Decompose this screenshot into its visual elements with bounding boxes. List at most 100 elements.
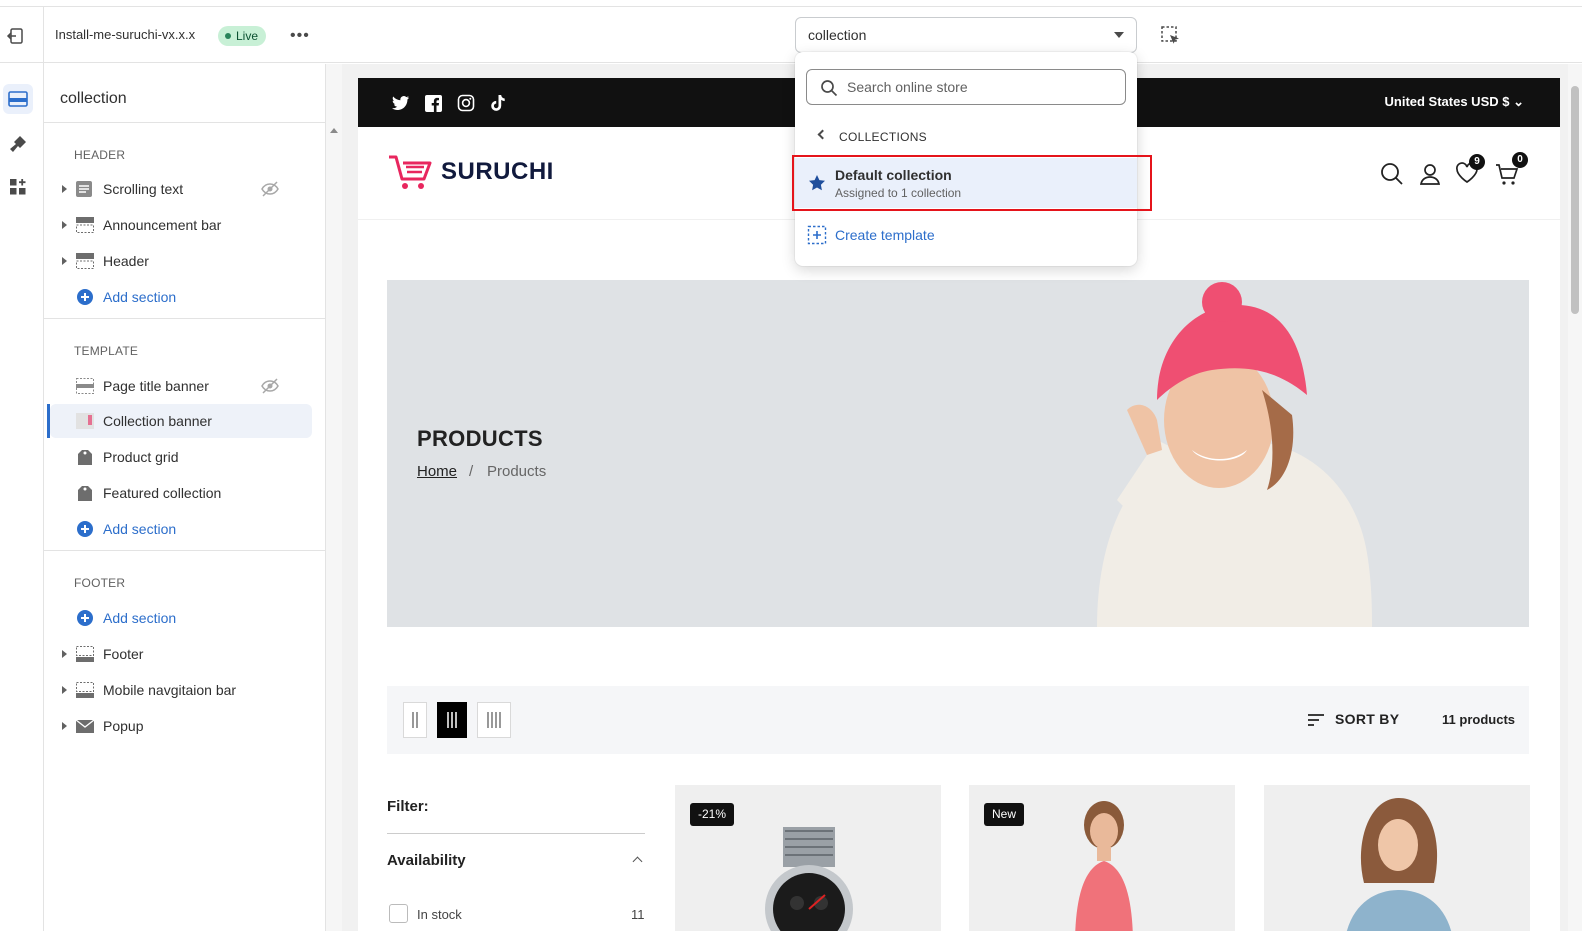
divider bbox=[44, 550, 325, 551]
sections-icon[interactable] bbox=[3, 84, 33, 114]
sidebar-item-footer[interactable]: Footer bbox=[44, 637, 312, 671]
account-icon[interactable] bbox=[1419, 162, 1445, 188]
in-stock-label: In stock bbox=[417, 907, 462, 922]
collection-toolbar: SORT BY 11 products bbox=[387, 686, 1529, 754]
twitter-icon[interactable] bbox=[391, 93, 411, 113]
banner-title: PRODUCTS bbox=[417, 426, 543, 451]
grid-4-columns-button[interactable] bbox=[477, 702, 511, 738]
apps-icon[interactable] bbox=[3, 172, 33, 202]
scrollbar-thumb[interactable] bbox=[1571, 86, 1579, 314]
divider bbox=[44, 318, 325, 319]
store-logo[interactable]: SURUCHI bbox=[441, 158, 554, 186]
currency-selector[interactable]: United States USD $ ⌄ bbox=[1385, 94, 1525, 110]
group-label-footer: FOOTER bbox=[74, 576, 126, 590]
eye-hidden-icon[interactable] bbox=[260, 180, 280, 198]
product-count: 11 products bbox=[1442, 712, 1515, 727]
editor-rail bbox=[0, 64, 44, 931]
topbar-divider bbox=[43, 7, 44, 64]
wishlist-count-badge: 9 bbox=[1469, 154, 1485, 170]
expand-arrow-icon[interactable] bbox=[62, 257, 67, 265]
add-section-button-footer[interactable]: Add section bbox=[44, 601, 312, 635]
back-to-collections-button[interactable]: COLLECTIONS bbox=[809, 124, 1109, 148]
sidebar-title: collection bbox=[60, 90, 127, 107]
in-stock-checkbox[interactable] bbox=[389, 904, 408, 923]
product-card[interactable]: New bbox=[969, 785, 1235, 931]
expand-arrow-icon[interactable] bbox=[62, 185, 67, 193]
sidebar-item-label: Mobile navgitaion bar bbox=[103, 682, 237, 698]
back-label: COLLECTIONS bbox=[839, 130, 927, 144]
sidebar-item-mobile-navigation-bar[interactable]: Mobile navgitaion bar bbox=[44, 673, 312, 707]
product-card[interactable] bbox=[1264, 785, 1530, 931]
exit-icon[interactable] bbox=[4, 25, 26, 47]
sidebar-item-label: Header bbox=[103, 253, 149, 269]
sidebar-scrollbar[interactable] bbox=[325, 64, 342, 931]
chevron-up-icon[interactable] bbox=[632, 856, 643, 867]
sidebar-item-label: Product grid bbox=[103, 449, 179, 465]
add-circle-icon bbox=[77, 610, 93, 626]
search-input[interactable] bbox=[847, 76, 1117, 98]
grid-3-columns-button[interactable] bbox=[437, 702, 467, 738]
sidebar-item-header[interactable]: Header bbox=[44, 244, 312, 278]
sidebar-item-page-title-banner[interactable]: Page title banner bbox=[44, 369, 312, 403]
availability-filter-toggle[interactable]: Availability bbox=[387, 852, 466, 869]
sidebar-item-product-grid[interactable]: Product grid bbox=[44, 440, 312, 474]
sections-sidebar: collection HEADER Scrolling text Announc… bbox=[44, 64, 325, 931]
inspector-select-icon[interactable] bbox=[1160, 25, 1182, 47]
expand-arrow-icon[interactable] bbox=[62, 221, 67, 229]
create-template-label: Create template bbox=[835, 227, 935, 243]
add-section-button-header[interactable]: Add section bbox=[44, 280, 312, 314]
grid-2-columns-button[interactable] bbox=[403, 702, 427, 738]
editor-topbar: Install-me-suruchi-vx.x.x Live ••• colle… bbox=[0, 6, 1582, 64]
template-select-value: collection bbox=[808, 27, 867, 43]
search-field[interactable] bbox=[806, 69, 1126, 105]
watch-product-image bbox=[765, 827, 853, 931]
create-template-button[interactable]: Create template bbox=[795, 218, 1137, 252]
tag-icon bbox=[75, 484, 95, 502]
expand-arrow-icon[interactable] bbox=[62, 722, 67, 730]
grid-2-icon bbox=[412, 712, 418, 728]
sort-by-button[interactable]: SORT BY bbox=[1335, 711, 1399, 727]
section-icon bbox=[75, 377, 95, 395]
text-block-icon bbox=[75, 180, 95, 198]
more-actions-button[interactable]: ••• bbox=[290, 27, 310, 45]
theme-settings-brush-icon[interactable] bbox=[3, 129, 33, 159]
search-icon bbox=[821, 80, 838, 97]
add-section-button-template[interactable]: Add section bbox=[44, 512, 312, 546]
section-icon bbox=[75, 681, 95, 699]
highlight-box bbox=[792, 155, 1152, 211]
woman-blue-top-image bbox=[1346, 798, 1452, 931]
template-select[interactable]: collection bbox=[795, 17, 1137, 53]
product-card[interactable]: -21% bbox=[675, 785, 941, 931]
tag-icon bbox=[75, 448, 95, 466]
discount-badge: -21% bbox=[690, 803, 735, 826]
expand-arrow-icon[interactable] bbox=[62, 650, 67, 658]
sidebar-item-announcement-bar[interactable]: Announcement bar bbox=[44, 208, 312, 242]
sort-lines-icon[interactable] bbox=[1308, 713, 1324, 727]
sidebar-item-featured-collection[interactable]: Featured collection bbox=[44, 476, 312, 510]
section-icon bbox=[75, 216, 95, 234]
cart-count-badge: 0 bbox=[1512, 152, 1528, 168]
breadcrumb-home-link[interactable]: Home bbox=[417, 463, 457, 480]
preview-scrollbar[interactable] bbox=[1568, 64, 1582, 931]
facebook-icon[interactable] bbox=[423, 93, 443, 113]
section-icon bbox=[75, 252, 95, 270]
currency-label: United States USD $ bbox=[1384, 94, 1510, 109]
add-circle-icon bbox=[77, 289, 93, 305]
sidebar-item-label: Collection banner bbox=[103, 413, 212, 429]
add-section-label: Add section bbox=[103, 521, 177, 537]
group-label-template: TEMPLATE bbox=[74, 344, 139, 358]
sidebar-item-collection-banner[interactable]: Collection banner bbox=[50, 404, 312, 438]
eye-hidden-icon[interactable] bbox=[260, 377, 280, 395]
caret-down-icon bbox=[1114, 32, 1124, 38]
cart-logo-icon[interactable] bbox=[387, 153, 435, 196]
sidebar-item-popup[interactable]: Popup bbox=[44, 709, 312, 743]
search-icon[interactable] bbox=[1380, 162, 1406, 188]
woman-pink-top-image bbox=[1075, 801, 1133, 931]
instagram-icon[interactable] bbox=[456, 93, 476, 113]
sidebar-item-scrolling-text[interactable]: Scrolling text bbox=[44, 172, 312, 206]
new-badge: New bbox=[984, 803, 1025, 826]
tiktok-icon[interactable] bbox=[488, 93, 508, 113]
expand-arrow-icon[interactable] bbox=[62, 686, 67, 694]
sidebar-item-label: Scrolling text bbox=[103, 181, 184, 197]
scroll-up-arrow-icon[interactable] bbox=[330, 128, 338, 133]
